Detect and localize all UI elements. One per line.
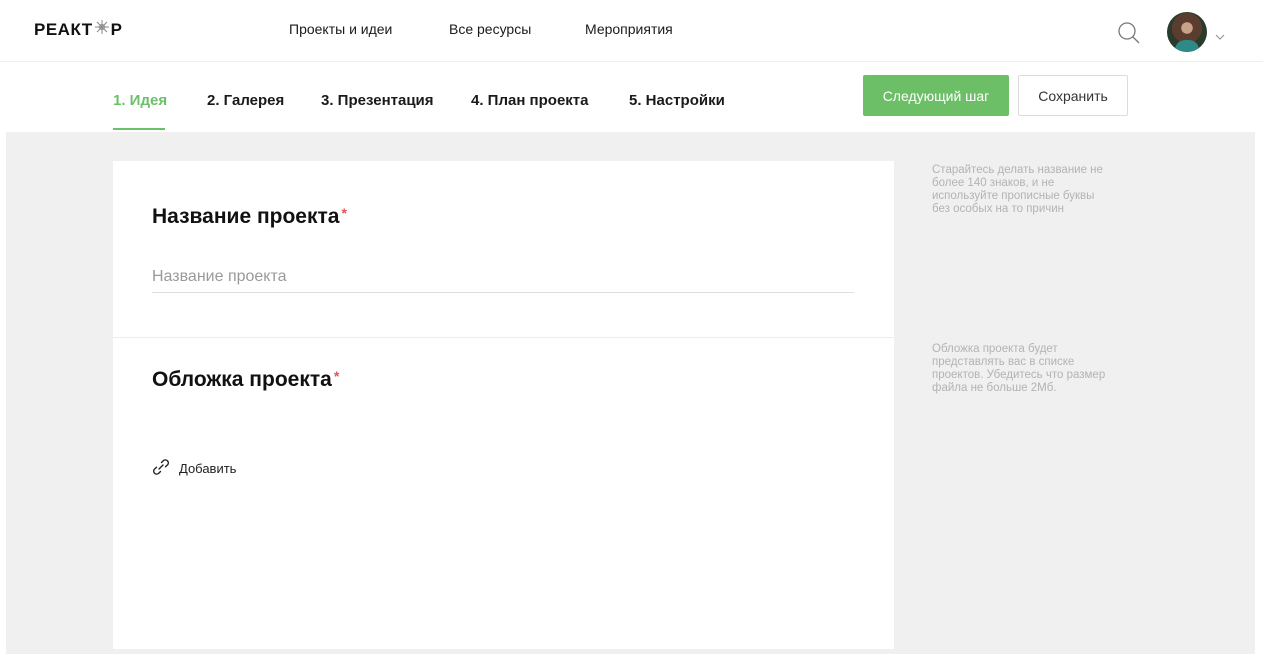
cover-hint: Обложка проекта будет представлять вас в… bbox=[932, 343, 1106, 394]
top-header: РЕАКТ Р Проекты и идеи Все ресурсы Мероп… bbox=[0, 0, 1263, 62]
step-tabs: 1. Идея 2. Галерея 3. Презентация 4. Пла… bbox=[0, 62, 1263, 132]
section-divider bbox=[113, 337, 894, 338]
tab-settings[interactable]: 5. Настройки bbox=[629, 92, 725, 109]
chevron-down-icon[interactable] bbox=[1215, 28, 1225, 40]
project-name-title-text: Название проекта bbox=[152, 205, 340, 228]
active-tab-underline bbox=[113, 128, 165, 130]
avatar[interactable] bbox=[1167, 12, 1207, 52]
add-cover-button[interactable]: Добавить bbox=[151, 457, 236, 480]
tab-gallery[interactable]: 2. Галерея bbox=[207, 92, 284, 109]
required-mark: * bbox=[341, 205, 347, 221]
logo[interactable]: РЕАКТ Р bbox=[34, 19, 122, 40]
logo-text-right: Р bbox=[110, 19, 123, 39]
project-cover-title: Обложка проекта * bbox=[152, 368, 339, 392]
required-mark: * bbox=[333, 368, 340, 384]
search-icon[interactable] bbox=[1116, 20, 1142, 46]
logo-snowflake-icon bbox=[94, 19, 110, 40]
name-hint: Старайтесь делать название не более 140 … bbox=[932, 164, 1103, 215]
tab-idea[interactable]: 1. Идея bbox=[113, 92, 167, 109]
tab-presentation[interactable]: 3. Презентация bbox=[321, 92, 434, 109]
nav-events[interactable]: Мероприятия bbox=[585, 21, 673, 37]
save-button[interactable]: Сохранить bbox=[1018, 75, 1128, 116]
next-step-button[interactable]: Следующий шаг bbox=[863, 75, 1009, 116]
nav-all-resources[interactable]: Все ресурсы bbox=[449, 21, 531, 37]
project-cover-title-text: Обложка проекта bbox=[152, 368, 332, 391]
nav-projects-ideas[interactable]: Проекты и идеи bbox=[289, 21, 392, 37]
project-name-title: Название проекта * bbox=[152, 205, 347, 229]
tab-project-plan[interactable]: 4. План проекта bbox=[471, 92, 588, 109]
main-content: Название проекта* Обложка проекта* Добав… bbox=[6, 132, 1255, 654]
add-cover-label: Добавить bbox=[179, 461, 237, 476]
project-name-input[interactable] bbox=[152, 261, 854, 293]
form-card: Название проекта* Обложка проекта* Добав… bbox=[113, 161, 894, 649]
link-icon bbox=[151, 457, 171, 480]
logo-text-left: РЕАКТ bbox=[34, 19, 93, 39]
